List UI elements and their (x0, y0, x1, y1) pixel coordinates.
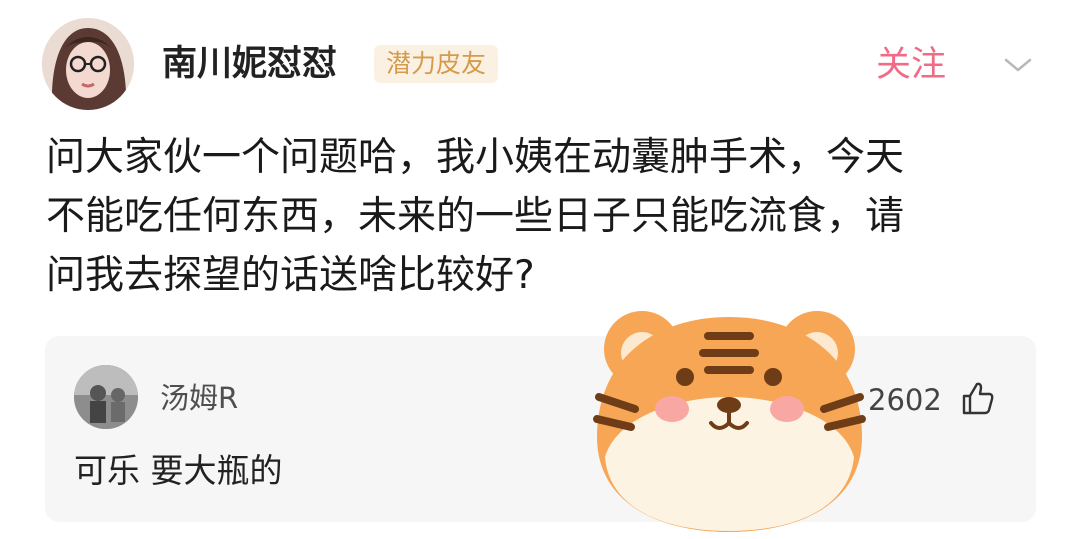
commenter-avatar[interactable] (74, 365, 138, 429)
post-line: 问我去探望的话送啥比较好? (46, 253, 535, 298)
post-text: 问大家伙一个问题哈，我小姨在动囊肿手术，今天 不能吃任何东西，未来的一些日子只能… (46, 128, 1046, 305)
like-count: 2602 (868, 383, 942, 417)
author-avatar[interactable] (42, 18, 134, 110)
comment-text: 可乐 要大瓶的 (74, 451, 283, 490)
chevron-down-icon[interactable] (1000, 50, 1036, 80)
commenter-name[interactable]: 汤姆R (160, 378, 238, 418)
follow-button[interactable]: 关注 (876, 41, 946, 89)
top-comment-card[interactable] (45, 336, 1036, 522)
post-line: 问大家伙一个问题哈，我小姨在动囊肿手术，今天 (46, 135, 905, 180)
level-badge: 潜力皮友 (374, 45, 499, 83)
post-line: 不能吃任何东西，未来的一些日子只能吃流食，请 (46, 194, 905, 239)
tiger-sticker (593, 311, 866, 532)
thumb-up-icon[interactable] (958, 379, 996, 417)
author-name[interactable]: 南川妮怼怼 (162, 40, 337, 88)
